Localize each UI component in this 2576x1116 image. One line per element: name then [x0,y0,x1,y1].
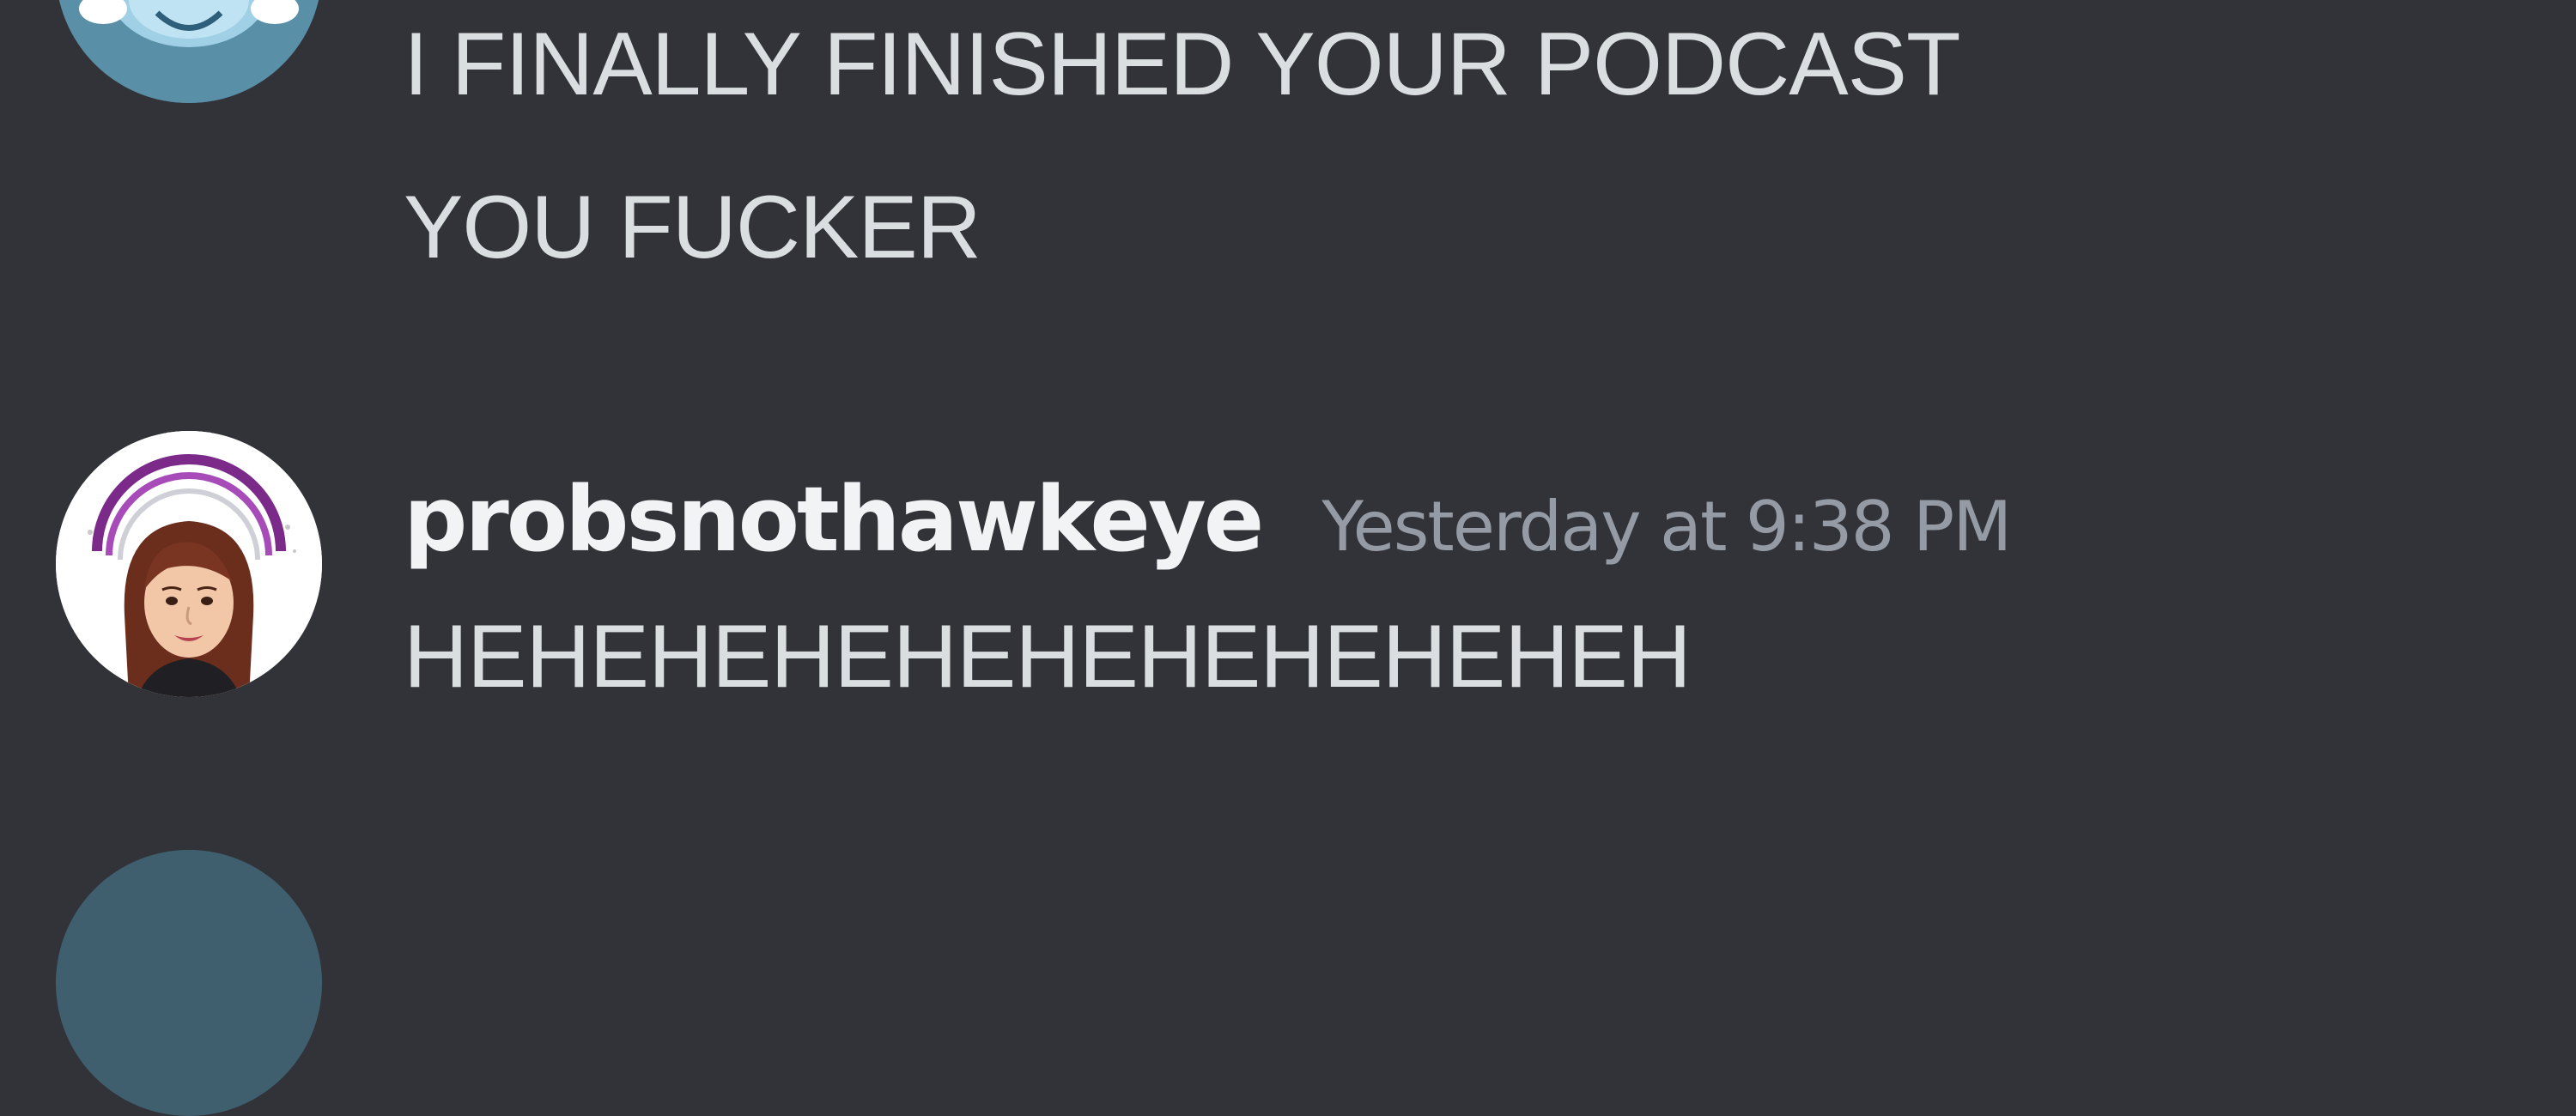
bitmoji-woman-avatar-icon [56,431,322,697]
message-header: probsnothawkeye Yesterday at 9:38 PM [404,464,2012,575]
message-text: HEHEHEHEHEHEHEHEHEHEH [404,607,1692,707]
chat-message-list: I FINALLY FINISHED YOUR PODCAST YOU FUCK… [0,0,2576,1116]
user-avatar[interactable] [56,850,322,1116]
user-avatar[interactable] [56,431,322,697]
username[interactable]: probsnothawkeye [404,464,1264,575]
message-timestamp[interactable]: Yesterday at 9:38 PM [1321,471,2012,583]
message-text: YOU FUCKER [404,178,981,277]
user-avatar[interactable] [56,0,322,103]
message-text: I FINALLY FINISHED YOUR PODCAST [404,15,1961,114]
blue-cartoon-avatar-icon [56,0,322,103]
